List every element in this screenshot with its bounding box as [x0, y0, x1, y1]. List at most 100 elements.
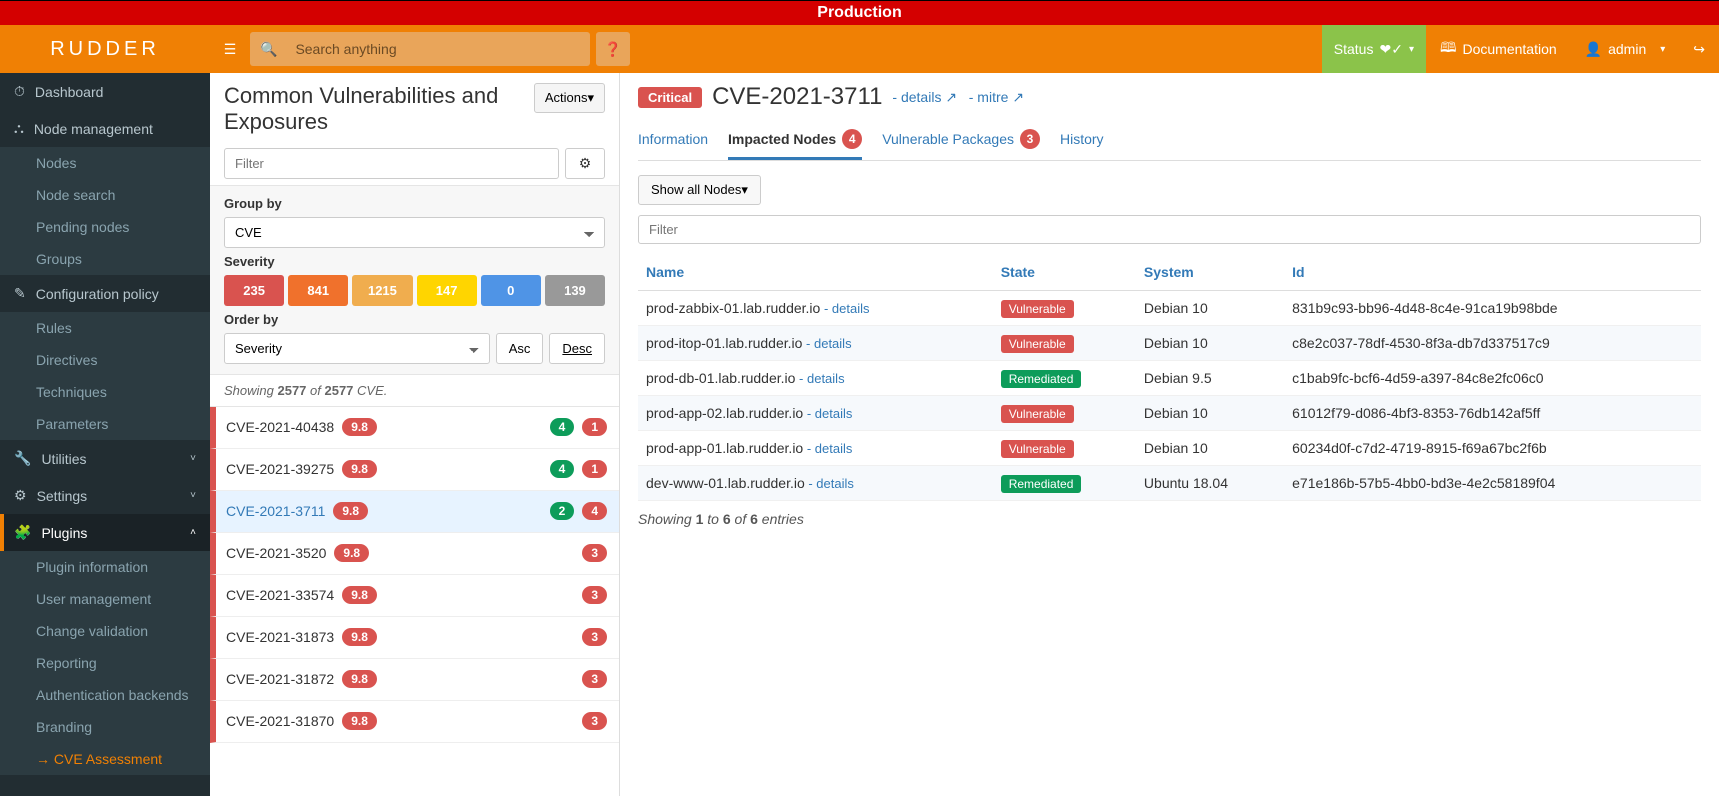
node-system: Debian 9.5: [1136, 361, 1284, 396]
vulnerable-count-badge: 3: [582, 586, 607, 604]
status-label: Status: [1334, 41, 1374, 57]
sidebar-item-plugins[interactable]: 🧩Plugins˄: [0, 514, 210, 551]
node-details-link[interactable]: - details: [795, 371, 844, 386]
gear-icon: ⚙: [14, 487, 27, 504]
sidebar-item-configuration-policy[interactable]: ✎Configuration policy: [0, 275, 210, 312]
col-name[interactable]: Name: [638, 254, 993, 291]
sidebar-subitem-branding[interactable]: Branding: [0, 711, 210, 743]
sidebar-subitem-groups[interactable]: Groups: [0, 243, 210, 275]
severity-filter-row: 23584112151470139: [224, 275, 605, 306]
severity-filter-pill[interactable]: 0: [481, 275, 541, 306]
sidebar-subitem-directives[interactable]: Directives: [0, 344, 210, 376]
sidebar-subitem-nodes[interactable]: Nodes: [0, 147, 210, 179]
cve-list-item[interactable]: CVE-2021-37119.824: [210, 491, 619, 533]
sidebar-subitem-parameters[interactable]: Parameters: [0, 408, 210, 440]
impacted-count-badge: 4: [842, 129, 862, 149]
cve-list-item[interactable]: CVE-2021-31870 9.8 3: [210, 701, 619, 743]
caret-down-icon: ▾: [587, 90, 594, 105]
sidebar-subitem-authentication-backends[interactable]: Authentication backends: [0, 679, 210, 711]
cve-mitre-link[interactable]: - mitre ↗: [969, 89, 1024, 105]
cve-list-item[interactable]: CVE-2021-35209.83: [210, 533, 619, 575]
order-by-select[interactable]: Severity: [224, 333, 490, 364]
remediated-count-badge: 2: [550, 502, 575, 520]
cve-list-item[interactable]: CVE-2021-404389.841: [210, 407, 619, 449]
cve-list-item[interactable]: CVE-2021-335749.83: [210, 575, 619, 617]
cve-details-link[interactable]: - details ↗: [892, 89, 957, 105]
brand-text: RUDDER: [50, 38, 160, 61]
node-details-link[interactable]: - details: [802, 336, 851, 351]
vulnerable-count-badge: 3: [582, 670, 607, 688]
node-name: dev-www-01.lab.rudder.io: [646, 475, 805, 491]
wrench-icon: 🔧: [14, 450, 31, 467]
show-nodes-dropdown[interactable]: Show all Nodes▾: [638, 175, 761, 205]
logout-button[interactable]: ↪: [1679, 25, 1719, 73]
sidebar-subitem-rules[interactable]: Rules: [0, 312, 210, 344]
tab-impacted-nodes[interactable]: Impacted Nodes 4: [728, 121, 862, 160]
search-input[interactable]: [295, 41, 580, 57]
cve-list-item[interactable]: CVE-2021-318739.83: [210, 617, 619, 659]
col-system[interactable]: System: [1136, 254, 1284, 291]
documentation-link[interactable]: 🕮 Documentation: [1426, 25, 1571, 73]
sidebar-subitem-cve-assessment[interactable]: CVE Assessment: [0, 743, 210, 775]
vulnerable-count-badge: 3: [582, 712, 607, 730]
node-system: Debian 10: [1136, 431, 1284, 466]
node-details-link[interactable]: - details: [803, 406, 852, 421]
sidebar-item-dashboard[interactable]: ⏱Dashboard: [0, 73, 210, 110]
global-search[interactable]: 🔍: [250, 32, 590, 66]
sidebar-item-utilities[interactable]: 🔧Utilities˅: [0, 440, 210, 477]
sidebar-subitem-techniques[interactable]: Techniques: [0, 376, 210, 408]
node-details-link[interactable]: - details: [803, 441, 852, 456]
sidebar-item-settings[interactable]: ⚙Settings˅: [0, 477, 210, 514]
sort-asc-button[interactable]: Asc: [496, 333, 544, 364]
actions-dropdown[interactable]: Actions▾: [534, 83, 605, 113]
cve-list-item[interactable]: CVE-2021-392759.841: [210, 449, 619, 491]
severity-filter-pill[interactable]: 139: [545, 275, 605, 306]
sidebar-item-label: Node management: [34, 121, 153, 137]
table-row: prod-zabbix-01.lab.rudder.io - detailsVu…: [638, 291, 1701, 326]
sidebar-item-label: Configuration policy: [36, 286, 159, 302]
col-state[interactable]: State: [993, 254, 1136, 291]
tab-vulnerable-packages[interactable]: Vulnerable Packages 3: [882, 121, 1040, 160]
cve-id-label: CVE-2021-31870: [226, 713, 334, 729]
state-badge: Vulnerable: [1001, 300, 1074, 318]
node-id: 61012f79-d086-4bf3-8353-76db142af5ff: [1284, 396, 1701, 431]
user-menu[interactable]: 👤 admin ▾: [1571, 25, 1680, 73]
remediated-count-badge: 4: [550, 418, 575, 436]
sort-desc-button[interactable]: Desc: [549, 333, 605, 364]
severity-filter-pill[interactable]: 841: [288, 275, 348, 306]
group-by-label: Group by: [224, 196, 605, 211]
sidebar-item-node-management[interactable]: ⛬Node management: [0, 110, 210, 147]
group-by-select[interactable]: CVE: [224, 217, 605, 248]
heartbeat-icon: ❤︎✓: [1379, 41, 1402, 58]
search-help-button[interactable]: ❓: [596, 32, 630, 66]
cve-list-panel: Common Vulnerabilities and Exposures Act…: [210, 73, 620, 796]
severity-filter-pill[interactable]: 235: [224, 275, 284, 306]
col-id[interactable]: Id: [1284, 254, 1701, 291]
cve-filter-input[interactable]: [224, 148, 559, 179]
cve-list-item[interactable]: CVE-2021-318729.83: [210, 659, 619, 701]
status-dropdown[interactable]: Status ❤︎✓ ▾: [1322, 25, 1426, 73]
sidebar-subitem-change-validation[interactable]: Change validation: [0, 615, 210, 647]
vulnerable-count-badge: 3: [582, 544, 607, 562]
sidebar-subitem-pending-nodes[interactable]: Pending nodes: [0, 211, 210, 243]
sidebar-subitem-user-management[interactable]: User management: [0, 583, 210, 615]
sidebar-toggle[interactable]: ☰: [210, 41, 250, 58]
nodes-filter-input[interactable]: [638, 215, 1701, 244]
node-details-link[interactable]: - details: [820, 301, 869, 316]
cve-id-label: CVE-2021-39275: [226, 461, 334, 477]
external-link-icon: ↗: [1012, 89, 1024, 105]
tab-history[interactable]: History: [1060, 121, 1104, 160]
severity-filter-pill[interactable]: 1215: [352, 275, 412, 306]
tab-information[interactable]: Information: [638, 121, 708, 160]
sidebar-subitem-reporting[interactable]: Reporting: [0, 647, 210, 679]
node-system: Ubuntu 18.04: [1136, 466, 1284, 501]
sidebar-subitem-plugin-information[interactable]: Plugin information: [0, 551, 210, 583]
filter-options-toggle[interactable]: ⚙: [565, 148, 605, 179]
sidebar-subitem-node-search[interactable]: Node search: [0, 179, 210, 211]
severity-filter-pill[interactable]: 147: [417, 275, 477, 306]
sign-out-icon: ↪: [1693, 41, 1705, 58]
cve-score-badge: 9.8: [342, 712, 377, 730]
node-details-link[interactable]: - details: [805, 476, 854, 491]
cve-detail-panel: Critical CVE-2021-3711 - details ↗ - mit…: [620, 73, 1719, 796]
brand-logo[interactable]: RUDDER: [0, 25, 210, 73]
